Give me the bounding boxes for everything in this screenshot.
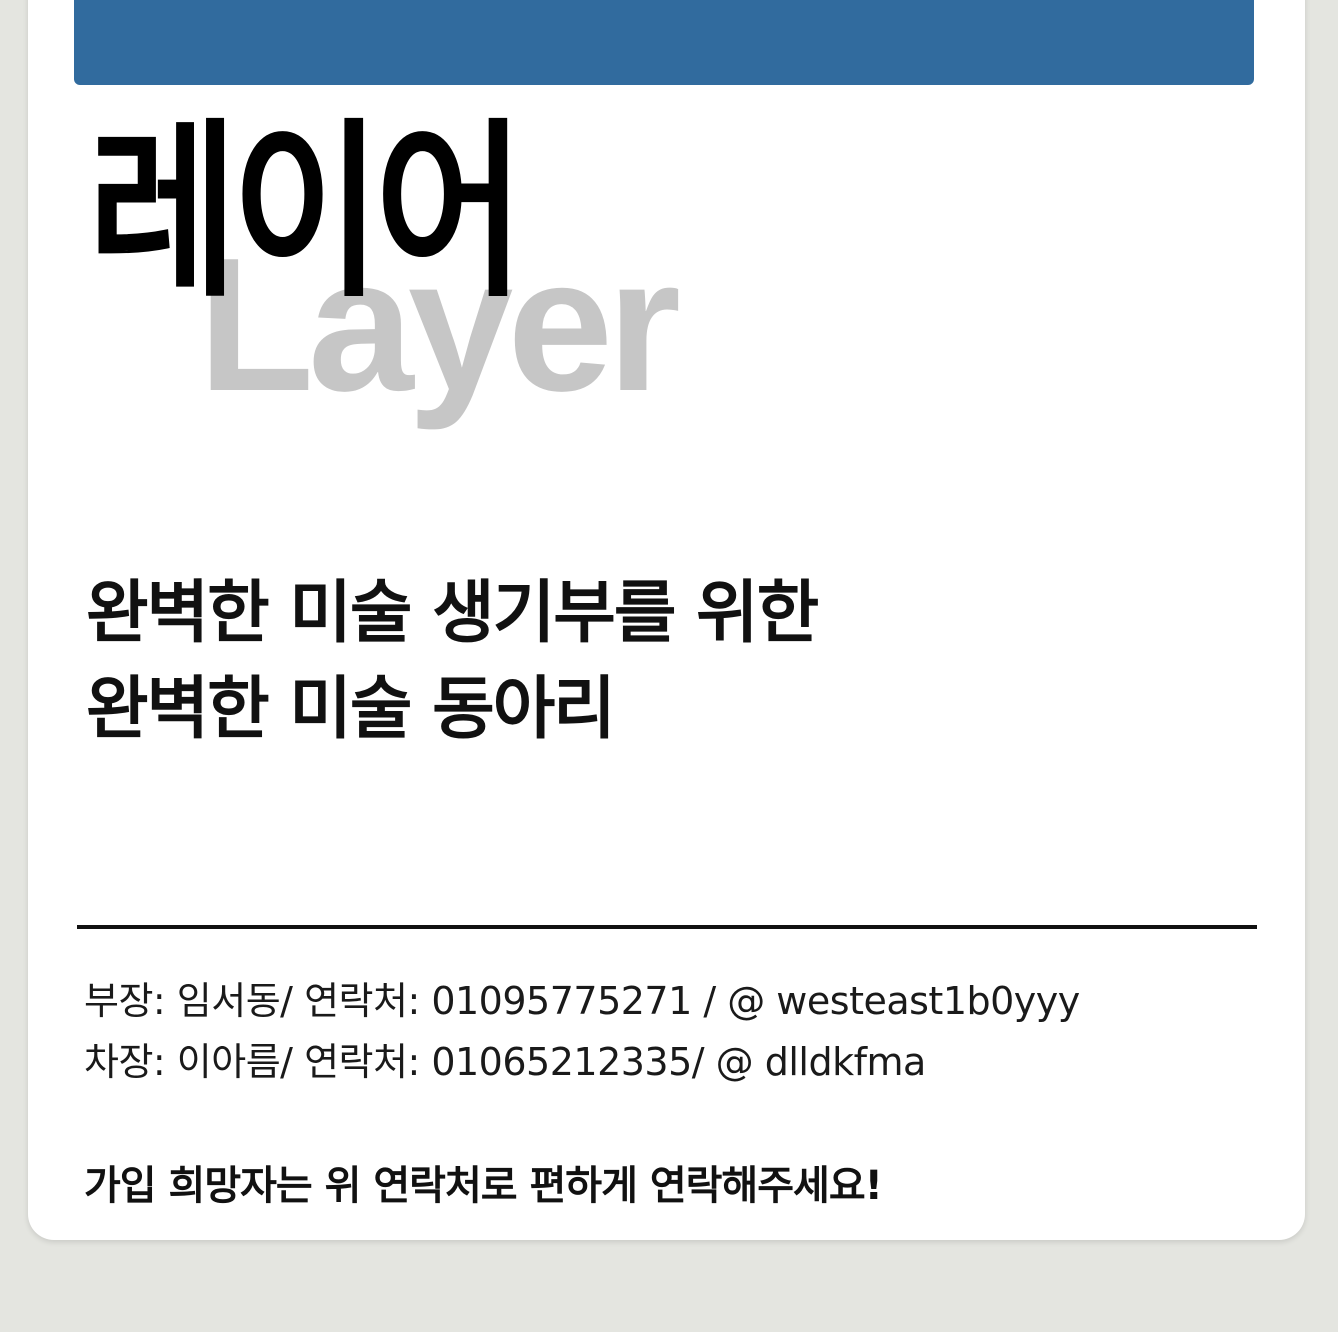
contact-president: 부장: 임서동/ 연락처: 01095775271 / @ westeast1b…: [84, 979, 1080, 1023]
top-banner: [74, 0, 1254, 85]
contact-vice-president: 차장: 이아름/ 연락처: 01065212335/ @ dlldkfma: [84, 1040, 926, 1084]
tagline-line-1: 완벽한 미술 생기부를 위한: [86, 574, 819, 653]
title-korean: 레이어: [88, 102, 525, 323]
divider-line: [77, 925, 1257, 929]
tagline-line-2: 완벽한 미술 동아리: [86, 670, 616, 749]
tagline: 완벽한 미술 생기부를 위한 완벽한 미술 동아리: [86, 566, 819, 758]
join-note: 가입 희망자는 위 연락처로 편하게 연락해주세요!: [84, 1163, 883, 1209]
